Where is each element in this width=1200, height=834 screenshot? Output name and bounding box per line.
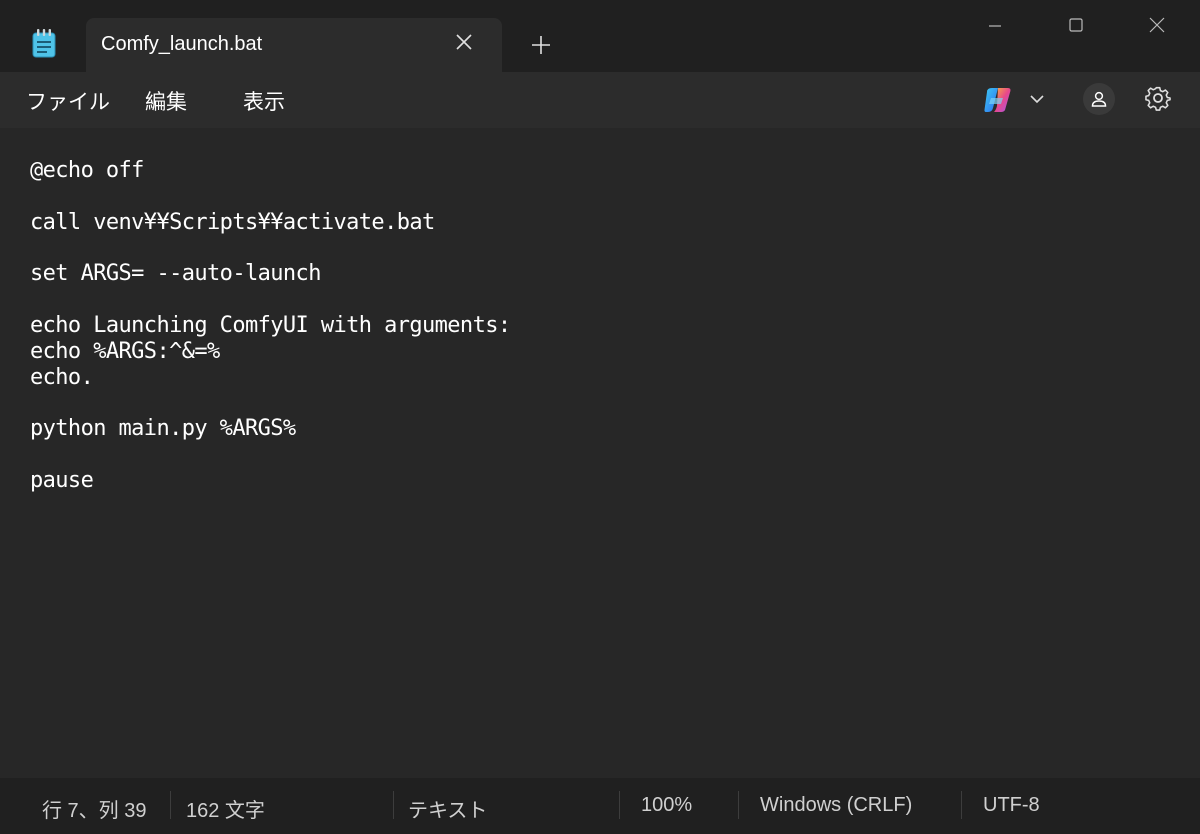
code-line: call venv¥¥Scripts¥¥activate.bat — [30, 210, 435, 235]
close-tab-icon[interactable] — [454, 32, 474, 52]
new-tab-icon[interactable] — [530, 34, 552, 56]
text-editor-area[interactable]: @echo off call venv¥¥Scripts¥¥activate.b… — [0, 128, 1200, 778]
chevron-down-icon[interactable] — [1028, 92, 1046, 106]
status-divider — [738, 791, 739, 819]
file-format[interactable]: テキスト — [408, 794, 487, 823]
status-divider — [619, 791, 620, 819]
menu-view[interactable]: 表示 — [243, 86, 285, 116]
maximize-icon[interactable] — [1065, 14, 1087, 36]
menu-bar: ファイル 編集 表示 — [0, 72, 1200, 128]
zoom-level[interactable]: 100% — [641, 794, 692, 817]
code-line: echo %ARGS:^&=% — [30, 339, 220, 364]
encoding[interactable]: UTF-8 — [983, 794, 1040, 817]
menu-file[interactable]: ファイル — [26, 86, 110, 116]
status-divider — [170, 791, 171, 819]
status-divider — [393, 791, 394, 819]
minimize-icon[interactable] — [984, 14, 1006, 36]
status-divider — [961, 791, 962, 819]
close-window-icon[interactable] — [1146, 14, 1168, 36]
title-bar: Comfy_launch.bat — [0, 0, 1200, 72]
line-ending[interactable]: Windows (CRLF) — [760, 794, 912, 817]
copilot-icon[interactable] — [983, 86, 1013, 114]
tab-title: Comfy_launch.bat — [101, 33, 263, 55]
character-count: 162 文字 — [186, 800, 265, 822]
code-line: @echo off — [30, 158, 144, 183]
account-button[interactable] — [1083, 83, 1115, 115]
code-line: pause — [30, 468, 94, 493]
account-icon — [1091, 91, 1107, 107]
notepad-app-icon — [32, 29, 56, 58]
tab-active-file[interactable]: Comfy_launch.bat — [86, 18, 502, 72]
code-line: set ARGS= --auto-launch — [30, 261, 321, 286]
code-line: echo Launching ComfyUI with arguments: — [30, 313, 511, 338]
cursor-position[interactable]: 行 7、列 39 — [42, 794, 146, 823]
status-bar: 行 7、列 39 162 文字 テキスト 100% Windows (CRLF)… — [0, 778, 1200, 834]
settings-gear-icon[interactable] — [1144, 84, 1172, 112]
code-line: echo. — [30, 365, 94, 390]
code-line: python main.py %ARGS% — [30, 416, 296, 441]
menu-edit[interactable]: 編集 — [145, 86, 187, 116]
